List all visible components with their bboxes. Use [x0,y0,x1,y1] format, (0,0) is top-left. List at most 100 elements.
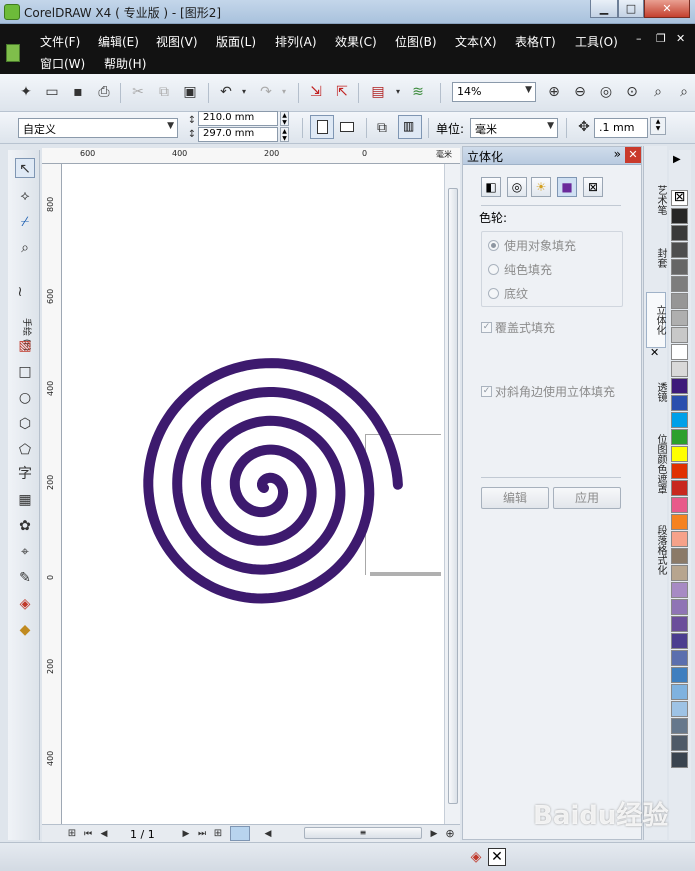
solid-fill-radio[interactable] [488,264,499,275]
palette-swatch[interactable] [671,718,688,734]
texture-fill-radio[interactable] [488,288,499,299]
zoom-tool-icon[interactable]: ⌕ [15,238,35,258]
close-button[interactable]: ✕ [644,0,690,18]
copy-icon[interactable]: ⧉ [156,84,172,100]
undo-dropdown-icon[interactable]: ▾ [236,84,252,100]
previous-page-icon[interactable]: ◀ [96,826,112,842]
palette-swatch[interactable] [671,497,688,513]
all-pages-icon[interactable]: ⧉ [374,120,390,136]
doc-close-icon[interactable]: ✕ [676,32,685,45]
palette-scroll-up-icon[interactable]: ▶ [673,154,681,165]
palette-swatch[interactable] [671,208,688,224]
export-icon[interactable]: ⇱ [334,84,350,100]
menu-arrange[interactable]: 排列(A) [275,33,317,50]
apply-button[interactable]: 应用 [553,487,621,509]
outline-tool-icon[interactable]: ✎ [15,568,35,588]
last-page-icon[interactable]: ⏭ [194,826,210,842]
bevel-fill-checkbox[interactable]: ✓ [481,386,492,397]
navigator-icon[interactable]: ⊕ [442,826,458,842]
portrait-button[interactable] [310,115,334,139]
vertical-scroll-thumb[interactable] [448,188,458,804]
palette-swatch[interactable] [671,446,688,462]
docker-collapse-icon[interactable]: » [614,147,621,161]
units-combo[interactable]: 毫米 ▼ [470,118,558,138]
fill-tool-icon[interactable]: ◈ [15,594,35,614]
palette-swatch[interactable] [671,650,688,666]
spiral-drawing[interactable] [62,164,444,824]
menu-help[interactable]: 帮助(H) [104,55,146,72]
polygon-tool-icon[interactable]: ⬡ [15,414,35,434]
add-page-after-icon[interactable]: ⊞ [210,826,226,842]
zoom-in-icon[interactable]: ⊕ [546,84,562,100]
palette-swatch[interactable] [671,514,688,530]
use-object-fill-radio[interactable] [488,240,499,251]
new-document-icon[interactable]: ✦ [18,84,34,100]
landscape-button[interactable] [336,115,360,139]
paste-icon[interactable]: ▣ [182,84,198,100]
tab-extrude[interactable]: 立体化 [646,292,666,348]
first-page-icon[interactable]: ⏮ [80,826,96,842]
palette-swatch[interactable] [671,344,688,360]
palette-swatch[interactable] [671,259,688,275]
overprint-fill-checkbox[interactable]: ✓ [481,322,492,333]
palette-swatch[interactable] [671,310,688,326]
rectangle-tool-icon[interactable]: □ [15,362,35,382]
table-tool-icon[interactable]: ▦ [15,490,35,510]
tab-envelope[interactable]: 封套 [646,236,666,280]
tab-close-icon[interactable]: ✕ [650,346,659,359]
extrude-lighting-icon[interactable]: ☀ [531,177,551,197]
palette-swatch[interactable] [671,327,688,343]
minimize-button[interactable]: ▁ [590,0,618,18]
palette-swatch[interactable] [671,242,688,258]
horizontal-scroll-thumb[interactable]: ≡ [304,827,422,839]
palette-swatch[interactable] [671,480,688,496]
palette-swatch[interactable] [671,293,688,309]
menu-tools[interactable]: 工具(O) [575,33,618,50]
tab-lens[interactable]: 透镜 [646,370,666,414]
menu-edit[interactable]: 编辑(E) [98,33,139,50]
redo-dropdown-icon[interactable]: ▾ [276,84,292,100]
palette-swatch[interactable] [671,276,688,292]
interactive-effects-icon[interactable]: ✿ [15,516,35,536]
crop-tool-icon[interactable]: ⌿ [15,212,35,232]
scroll-left-icon[interactable]: ◀ [260,826,276,842]
menu-bitmaps[interactable]: 位图(B) [395,33,437,50]
palette-swatch[interactable] [671,667,688,683]
palette-swatch[interactable] [671,633,688,649]
maximize-button[interactable]: □ [618,0,644,18]
print-icon[interactable]: ⎙ [96,84,112,100]
extrude-camera-icon[interactable]: ◧ [481,177,501,197]
menu-window[interactable]: 窗口(W) [40,55,85,72]
basic-shapes-icon[interactable]: ⬠ [15,440,35,460]
cut-icon[interactable]: ✂ [130,84,146,100]
palette-swatch[interactable] [671,599,688,615]
application-launcher-icon[interactable]: ▤ [370,84,386,100]
edit-button[interactable]: 编辑 [481,487,549,509]
tab-paragraph-formatting[interactable]: 段落格式化 [646,514,666,586]
extrude-bevel-icon[interactable]: ⊠ [583,177,603,197]
redo-icon[interactable]: ↷ [258,84,274,100]
palette-swatch[interactable] [671,361,688,377]
launcher-dropdown-icon[interactable]: ▾ [390,84,406,100]
welcome-screen-icon[interactable]: ≋ [410,84,426,100]
palette-swatch[interactable] [671,752,688,768]
doc-minimize-icon[interactable]: – [636,32,642,45]
current-page-button[interactable]: ▥ [398,115,422,139]
palette-swatch[interactable] [671,395,688,411]
menu-table[interactable]: 表格(T) [515,33,556,50]
import-icon[interactable]: ⇲ [308,84,324,100]
nudge-offset-input[interactable]: .1 mm [594,118,648,138]
smart-fill-icon[interactable]: ▧ [15,336,35,356]
palette-swatch[interactable] [671,531,688,547]
palette-swatch[interactable] [671,548,688,564]
menu-file[interactable]: 文件(F) [40,33,80,50]
paper-type-combo[interactable]: 自定义 ▼ [18,118,178,138]
menu-view[interactable]: 视图(V) [156,33,198,50]
palette-swatch[interactable] [671,463,688,479]
text-tool-icon[interactable]: 字 [15,464,35,484]
menu-text[interactable]: 文本(X) [455,33,497,50]
tab-bitmap-color-mask[interactable]: 位图颜色遮罩 [646,422,666,506]
ellipse-tool-icon[interactable]: ○ [15,388,35,408]
drawing-canvas[interactable] [62,164,444,824]
menu-layout[interactable]: 版面(L) [216,33,256,50]
